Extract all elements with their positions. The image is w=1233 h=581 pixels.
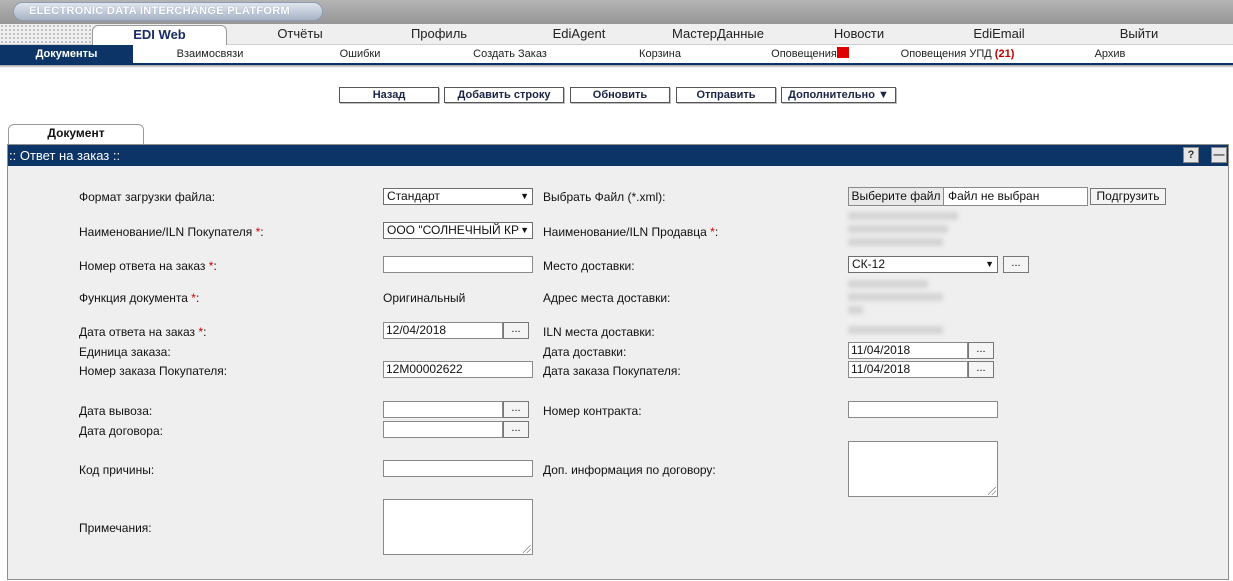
contract-info-textarea[interactable]	[848, 441, 998, 497]
brand-bar: ELECTRONIC DATA INTERCHANGE PLATFORM	[0, 0, 1233, 24]
buyer-value: ООО "СОЛНЕЧНЫЙ КР	[387, 223, 519, 237]
notes-textarea[interactable]	[383, 499, 533, 555]
redacted-address-line	[848, 280, 928, 288]
more-button[interactable]: Дополнительно ▼	[781, 87, 896, 103]
contract-info-label: Доп. информация по договору:	[543, 463, 716, 477]
resize-grip-icon[interactable]	[988, 487, 996, 495]
response-date-label: Дата ответа на заказ *:	[79, 325, 207, 339]
dots-decoration	[0, 24, 92, 45]
pickup-date-input[interactable]	[383, 401, 503, 418]
response-date-picker-button[interactable]: ...	[503, 322, 529, 339]
sub-nav-notifications[interactable]: Оповещения	[760, 45, 860, 63]
delivery-place-picker-button[interactable]: ...	[1003, 256, 1029, 273]
order-response-number-label: Номер ответа на заказ *:	[79, 259, 217, 273]
delivery-date-input[interactable]: 11/04/2018	[848, 342, 968, 359]
choose-file-label: Выбрать Файл (*.xml):	[543, 190, 666, 204]
sub-nav: Документы Взаимосвязи Ошибки Создать Зак…	[0, 45, 1233, 65]
sub-nav-upd-label: Оповещения УПД	[900, 48, 992, 60]
chevron-down-icon: ▼	[985, 259, 994, 269]
sub-nav-documents[interactable]: Документы	[0, 45, 133, 63]
sub-nav-shadow	[0, 65, 1233, 68]
buyer-label: Наименование/ILN Покупателя *:	[79, 225, 264, 239]
order-response-panel: :: Ответ на заказ :: ? — Формат загрузки…	[7, 144, 1229, 580]
buyer-select[interactable]: ООО "СОЛНЕЧНЫЙ КР ▼	[383, 222, 533, 239]
redacted-seller-line	[848, 225, 948, 233]
upload-button[interactable]: Подгрузить	[1090, 188, 1166, 205]
delivery-iln-label: ILN места доставки:	[543, 325, 655, 339]
sub-nav-cart[interactable]: Корзина	[620, 45, 700, 63]
buyer-order-date-input[interactable]: 11/04/2018	[848, 361, 968, 378]
panel-title: :: Ответ на заказ ::	[9, 148, 121, 163]
reason-code-label: Код причины:	[79, 463, 155, 477]
buyer-order-number-label: Номер заказа Покупателя:	[79, 364, 228, 378]
nav-item-profile[interactable]: Профиль	[394, 24, 484, 45]
delivery-date-label: Дата доставки:	[543, 345, 627, 359]
contract-number-input[interactable]	[848, 401, 998, 418]
document-function-value: Оригинальный	[383, 291, 466, 305]
order-unit-label: Единица заказа:	[79, 345, 171, 359]
main-nav: EDI Web Отчёты Профиль EdiAgent МастерДа…	[0, 24, 1233, 46]
redacted-iln-value	[848, 326, 943, 334]
tab-document[interactable]: Документ	[8, 124, 144, 144]
redacted-seller-line	[848, 238, 943, 246]
contract-date-label: Дата договора:	[79, 424, 163, 438]
nav-tab-edi-web[interactable]: EDI Web	[92, 25, 227, 46]
delivery-place-label: Место доставки:	[543, 259, 635, 273]
sub-nav-create-order[interactable]: Создать Заказ	[460, 45, 560, 63]
redacted-address-line	[848, 293, 943, 301]
sub-nav-errors[interactable]: Ошибки	[320, 45, 400, 63]
help-icon[interactable]: ?	[1183, 147, 1199, 163]
pickup-date-label: Дата вывоза:	[79, 404, 153, 418]
buyer-order-date-label: Дата заказа Покупателя:	[543, 364, 681, 378]
sub-nav-upd-notifications[interactable]: Оповещения УПД (21)	[890, 45, 1025, 63]
buyer-order-date-picker-button[interactable]: ...	[968, 361, 994, 378]
contract-date-picker-button[interactable]: ...	[503, 421, 529, 438]
reason-code-input[interactable]	[383, 460, 533, 477]
add-row-button[interactable]: Добавить строку	[444, 87, 564, 103]
file-status-text: Файл не выбран	[944, 187, 1088, 206]
delivery-date-picker-button[interactable]: ...	[968, 342, 994, 359]
delivery-place-value: СК-12	[852, 257, 885, 271]
document-function-label: Функция документа *:	[79, 291, 200, 305]
response-date-input[interactable]: 12/04/2018	[383, 322, 503, 339]
chevron-down-icon: ▼	[520, 225, 529, 235]
redacted-address-line	[848, 306, 863, 314]
upd-count-badge: (21)	[994, 48, 1015, 60]
brand-title: ELECTRONIC DATA INTERCHANGE PLATFORM	[13, 2, 323, 21]
back-button[interactable]: Назад	[339, 87, 439, 103]
seller-label: Наименование/ILN Продавца *:	[543, 225, 719, 239]
sub-nav-archive[interactable]: Архив	[1080, 45, 1140, 63]
order-response-number-input[interactable]	[383, 256, 533, 273]
upload-format-select[interactable]: Стандарт ▼	[383, 188, 533, 205]
pickup-date-picker-button[interactable]: ...	[503, 401, 529, 418]
resize-grip-icon[interactable]	[523, 545, 531, 553]
choose-file-button[interactable]: Выберите файл	[848, 187, 944, 206]
contract-number-label: Номер контракта:	[543, 404, 642, 418]
upload-format-value: Стандарт	[387, 189, 440, 203]
nav-item-logout[interactable]: Выйти	[1094, 24, 1184, 45]
panel-header: :: Ответ на заказ :: ? —	[8, 145, 1228, 166]
buyer-order-number-input[interactable]: 12M00002622	[383, 361, 533, 378]
nav-item-masterdata[interactable]: МастерДанные	[663, 24, 773, 45]
send-button[interactable]: Отправить	[676, 87, 776, 103]
delivery-address-label: Адрес места доставки:	[543, 291, 671, 305]
redacted-seller-line	[848, 212, 958, 220]
contract-date-input[interactable]	[383, 421, 503, 438]
notification-red-icon	[836, 47, 849, 58]
delivery-place-select[interactable]: СК-12 ▼	[848, 256, 998, 273]
nav-item-ediemail[interactable]: EdiEmail	[954, 24, 1044, 45]
chevron-down-icon: ▼	[520, 191, 529, 201]
notes-label: Примечания:	[79, 521, 152, 535]
nav-item-reports[interactable]: Отчёты	[255, 24, 345, 45]
nav-item-ediagent[interactable]: EdiAgent	[534, 24, 624, 45]
sub-nav-relations[interactable]: Взаимосвязи	[160, 45, 260, 63]
refresh-button[interactable]: Обновить	[570, 87, 670, 103]
upload-format-label: Формат загрузки файла:	[79, 190, 216, 204]
sub-nav-notifications-label: Оповещения	[771, 48, 837, 60]
nav-item-news[interactable]: Новости	[814, 24, 904, 45]
minimize-icon[interactable]: —	[1211, 147, 1227, 163]
